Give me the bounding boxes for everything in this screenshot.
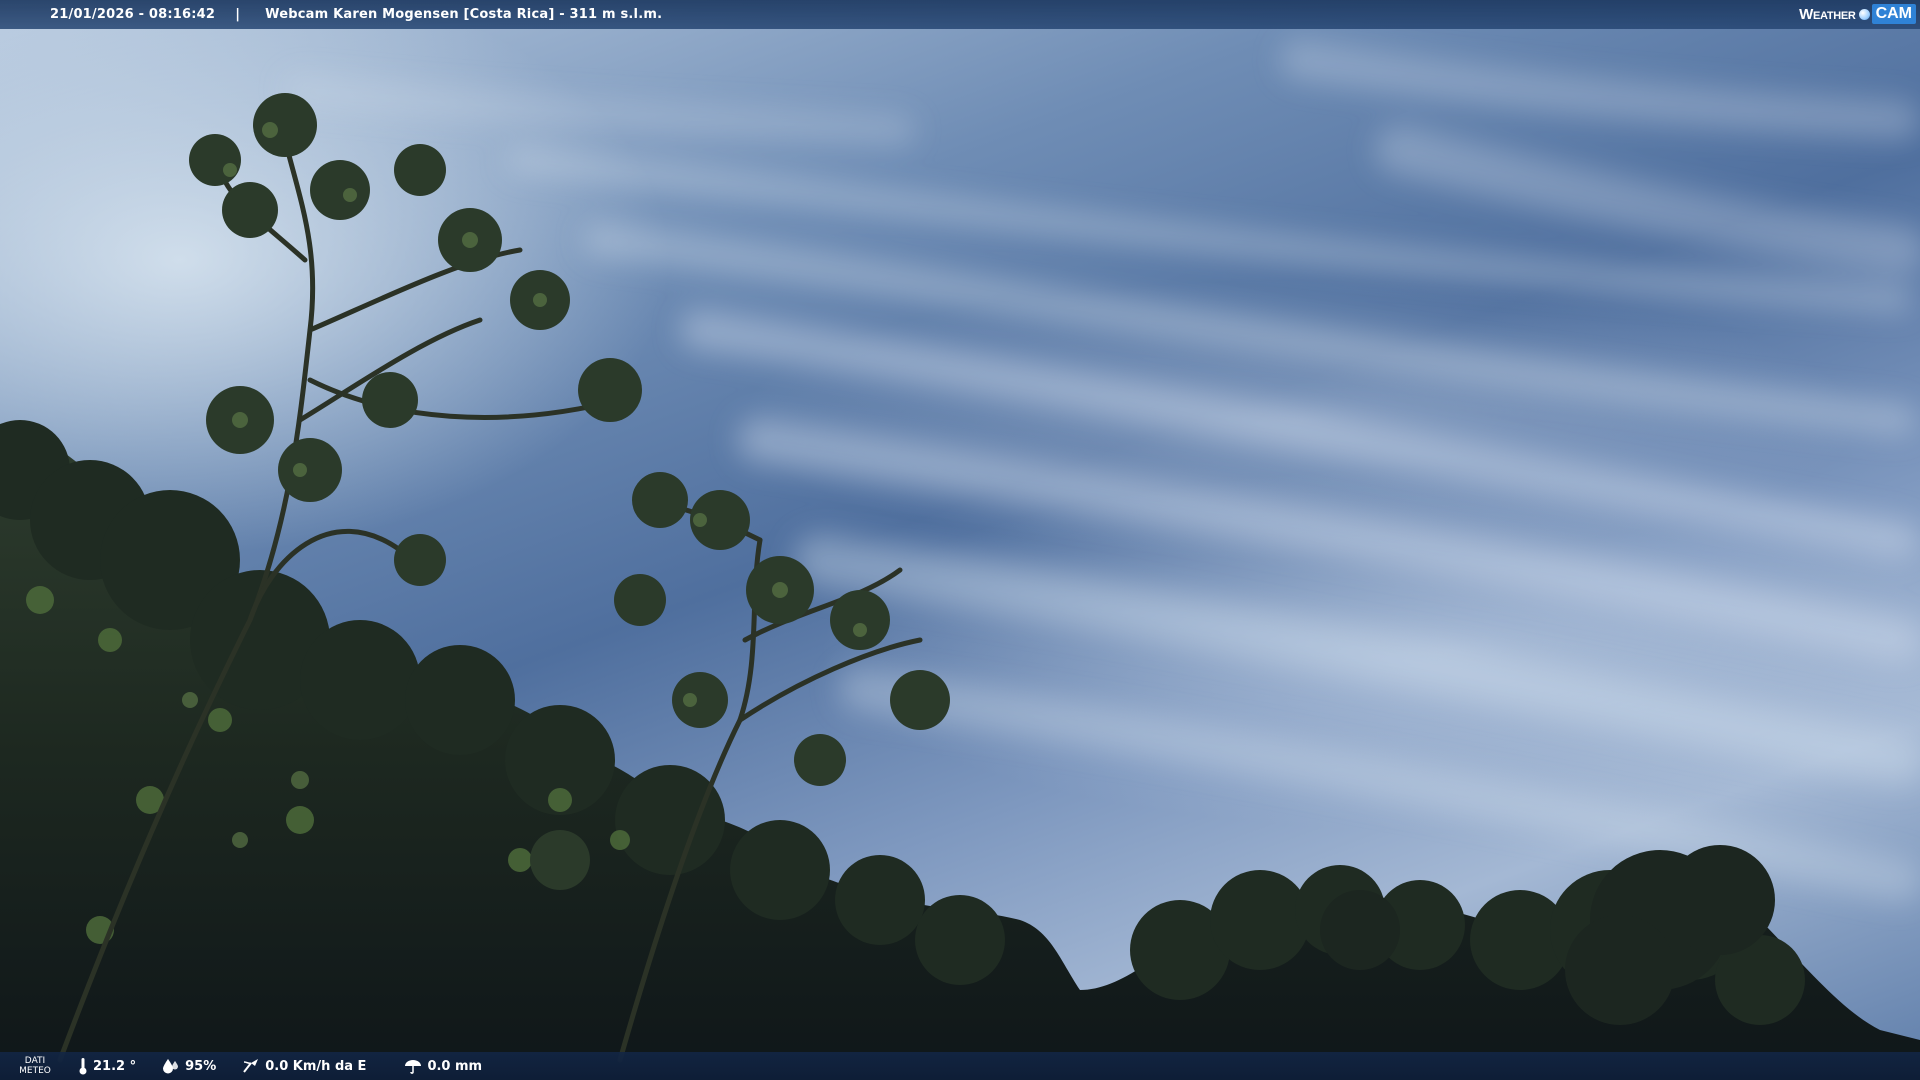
rain-umbrella-icon [405, 1060, 422, 1074]
meteo-label-line2: METEO [19, 1066, 51, 1076]
temperature-value: 21.2 ° [93, 1058, 137, 1074]
brand-prefix: Weather [1799, 5, 1856, 23]
capture-datetime: 21/01/2026 - 08:16:42 [50, 7, 216, 22]
rain-readout: 0.0 mm [404, 1058, 482, 1074]
weathercam-logo: Weather CAM [1799, 2, 1916, 26]
drops-icon [163, 1059, 179, 1074]
brand-globe-icon [1858, 8, 1870, 20]
webcam-title: Webcam Karen Mogensen [Costa Rica] - 311… [265, 7, 663, 22]
brand-suffix: CAM [1871, 4, 1916, 24]
wind-icon [243, 1059, 259, 1073]
thermometer-icon [79, 1058, 87, 1075]
meteo-label-line1: DATI [24, 1056, 46, 1066]
rain-value: 0.0 mm [427, 1058, 483, 1074]
humidity-value: 95% [185, 1058, 217, 1074]
meteo-label: DATI METEO [18, 1056, 52, 1076]
wind-value: 0.0 Km/h da E [265, 1058, 367, 1074]
meteo-bar: DATI METEO 21.2 ° 95% 0.0 Km/h da E 0.0 … [0, 1052, 1920, 1080]
top-info-bar: 21/01/2026 - 08:16:42 | Webcam Karen Mog… [0, 0, 1920, 29]
webcam-frame: 21/01/2026 - 08:16:42 | Webcam Karen Mog… [0, 0, 1920, 1080]
humidity-readout: 95% [162, 1058, 216, 1074]
header-separator: | [235, 7, 241, 22]
wind-readout: 0.0 Km/h da E [242, 1058, 366, 1074]
temperature-readout: 21.2 ° [78, 1057, 136, 1075]
forest-silhouette [0, 93, 1920, 1080]
